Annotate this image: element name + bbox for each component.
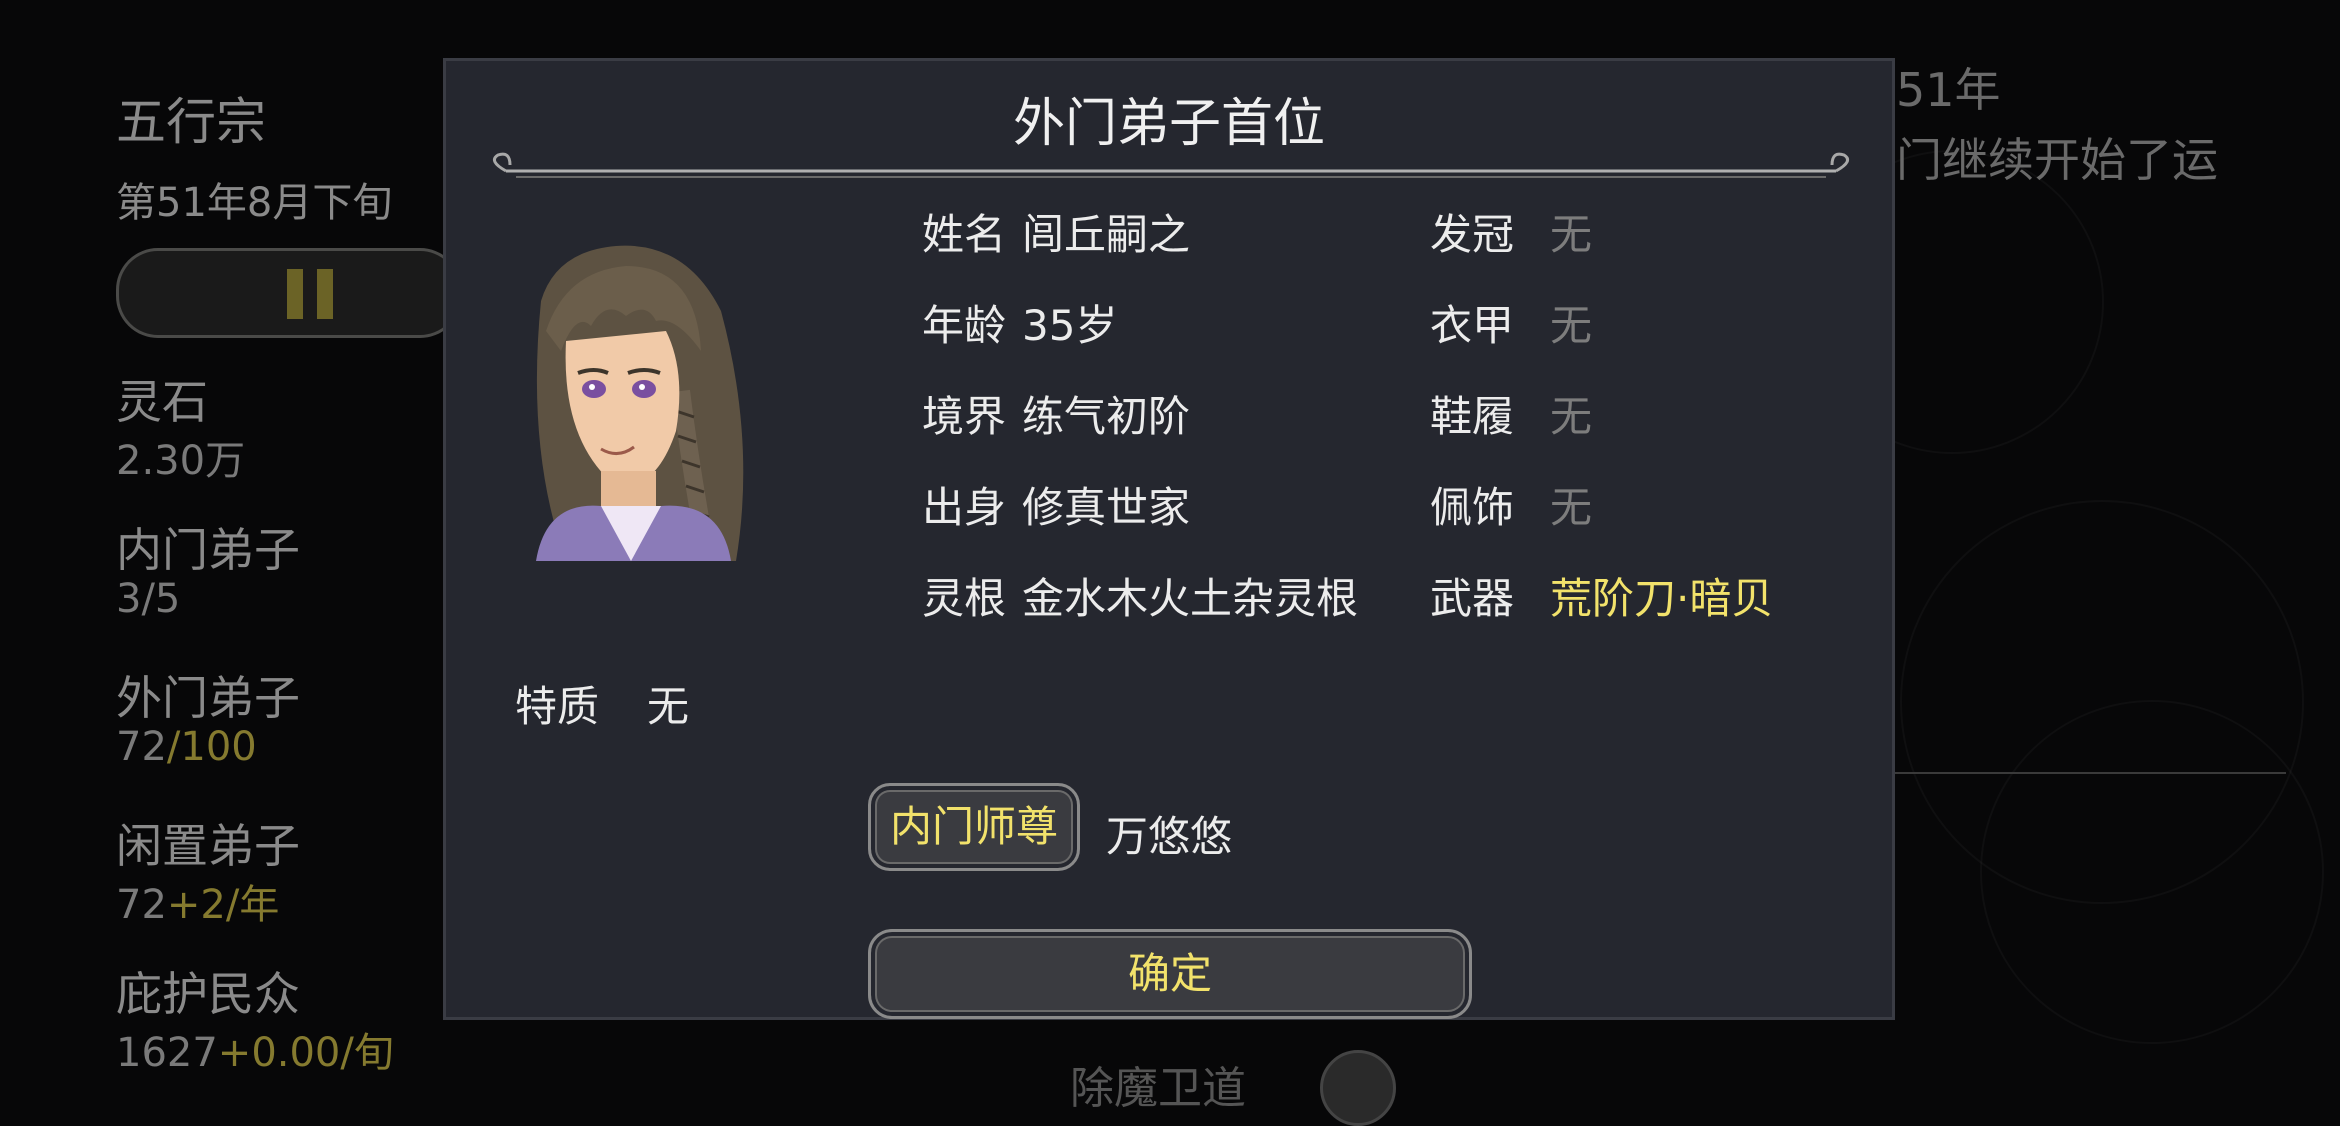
event-log: 第51年 宗门继续开始了运 转 (1850, 55, 2218, 265)
field-age-value: 35岁 (1022, 301, 1118, 350)
field-spirit-root-value: 金水木火土杂灵根 (1022, 574, 1359, 623)
trait-label: 特质 (515, 682, 600, 731)
event-log-text: 宗门继续开始了运 (1850, 133, 2218, 187)
bg-cloud-ornament (1980, 700, 2324, 1044)
dialog-title: 外门弟子首位 (1012, 94, 1325, 154)
disciple-portrait (506, 221, 756, 561)
equip-shoes-value[interactable]: 无 (1550, 383, 1592, 444)
stat-idle-disciples-label: 闲置弟子 (116, 819, 300, 873)
sect-name: 五行宗 (116, 93, 266, 151)
stat-protected-people-value: 1627+0.00/旬 (116, 1030, 394, 1076)
disciple-info-dialog: 外门弟子首位 姓名 闾丘嗣之 年龄 35岁 境界 练气初阶 出身 修真世家 灵根… (443, 58, 1895, 1020)
field-origin-value: 修真世家 (1022, 483, 1191, 532)
equip-weapon-label: 武器 (1430, 574, 1515, 623)
stat-protected-people-label: 庇护民众 (116, 967, 300, 1021)
equip-armor-label: 衣甲 (1430, 301, 1515, 350)
bg-demon-slaying: 除魔卫道 (1070, 1063, 1246, 1114)
field-origin-label: 出身 (922, 483, 1007, 532)
title-ornament-divider (492, 152, 1850, 178)
equip-headwear-value[interactable]: 无 (1550, 201, 1592, 262)
divider (1850, 772, 2286, 774)
pause-icon (287, 269, 335, 319)
pause-button[interactable] (116, 248, 462, 338)
field-spirit-root-label: 灵根 (922, 574, 1007, 623)
equip-weapon-value[interactable]: 荒阶刀·暗贝 (1550, 565, 1773, 626)
equip-armor-value[interactable]: 无 (1550, 292, 1592, 353)
stat-inner-disciples-label: 内门弟子 (116, 523, 300, 577)
field-realm-label: 境界 (922, 392, 1007, 441)
equip-accessory-value[interactable]: 无 (1550, 474, 1592, 535)
mentor-name: 万悠悠 (1106, 812, 1233, 861)
event-log-year: 第51年 (1850, 63, 2001, 117)
field-name-label: 姓名 (922, 210, 1007, 259)
field-name-value: 闾丘嗣之 (1022, 210, 1191, 259)
stat-spirit-stone-label: 灵石 (116, 375, 208, 429)
stat-idle-disciples-value: 72+2/年 (116, 882, 280, 928)
stat-outer-disciples-value: 72/100 (116, 724, 257, 770)
equip-headwear-label: 发冠 (1430, 210, 1515, 259)
field-age-label: 年龄 (922, 301, 1007, 350)
equip-shoes-label: 鞋履 (1430, 392, 1515, 441)
trait-value: 无 (647, 682, 690, 731)
inner-mentor-button[interactable]: 内门师尊 (868, 783, 1080, 871)
stat-outer-disciples-label: 外门弟子 (116, 671, 300, 725)
stat-inner-disciples-value: 3/5 (116, 576, 181, 622)
game-date: 第51年8月下旬 (116, 180, 393, 226)
help-icon[interactable] (1320, 1050, 1396, 1126)
equip-accessory-label: 佩饰 (1430, 483, 1515, 532)
stat-spirit-stone-value: 2.30万 (116, 438, 246, 484)
confirm-button[interactable]: 确定 (868, 929, 1472, 1019)
field-realm-value: 练气初阶 (1022, 392, 1191, 441)
event-log-text-2: 转 (1850, 195, 2218, 265)
